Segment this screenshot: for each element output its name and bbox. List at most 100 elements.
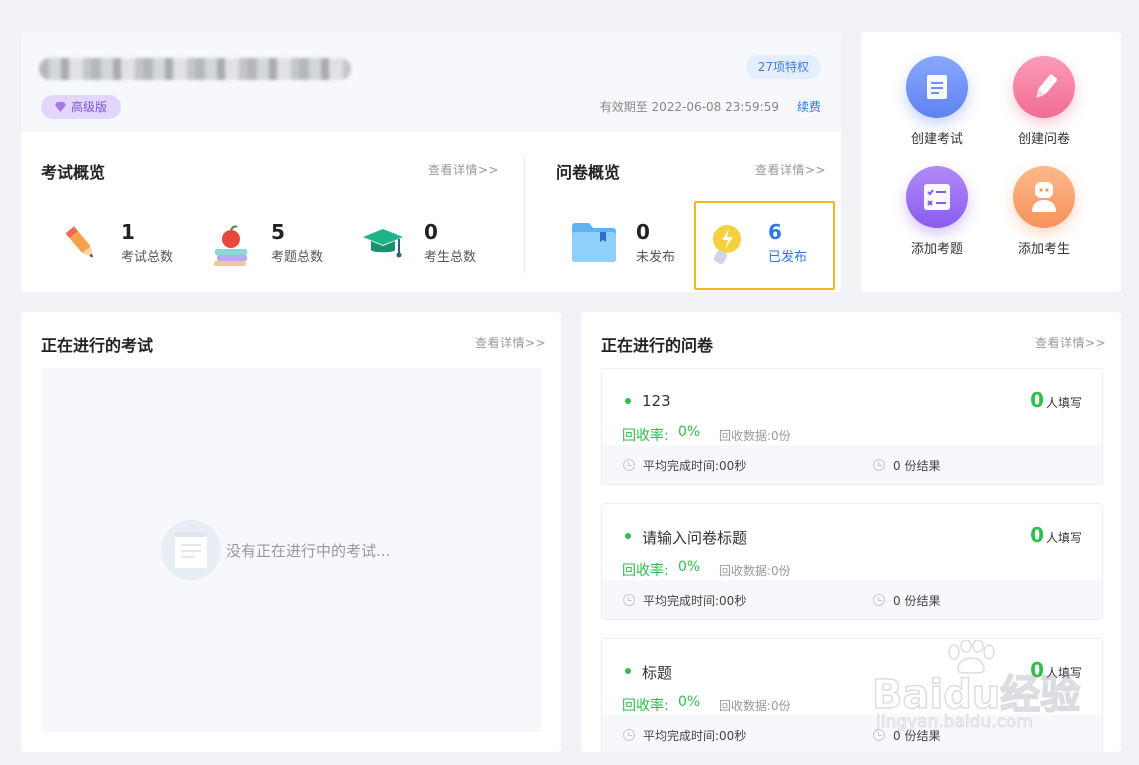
stat-value: 1 bbox=[121, 220, 135, 244]
clock-icon bbox=[623, 594, 635, 606]
recovery-rate-label: 回收率: bbox=[622, 698, 669, 714]
stat-value: 6 bbox=[768, 220, 782, 244]
recovery-rate-label: 回收率: bbox=[622, 563, 669, 579]
results-icon bbox=[873, 459, 885, 471]
account-name-blurred bbox=[39, 58, 351, 80]
add-question-label: 添加考题 bbox=[910, 242, 963, 257]
stat-label: 已发布 bbox=[768, 250, 808, 265]
stat-value: 0 bbox=[636, 220, 650, 244]
results-count: 0 份结果 bbox=[893, 459, 941, 473]
fill-count: 0 bbox=[1030, 658, 1044, 682]
edition-badge[interactable]: 高级版 bbox=[41, 95, 122, 119]
examinee-total-stat[interactable]: 0 考生总数 bbox=[424, 220, 504, 280]
fill-label: 人填写 bbox=[1045, 531, 1082, 545]
question-total-stat[interactable]: 5 考题总数 bbox=[271, 220, 351, 280]
exam-overview-detail-link[interactable]: 查看详情>> bbox=[428, 161, 499, 178]
recovered-data: 回收数据:0份 bbox=[719, 699, 791, 713]
survey-item[interactable]: 标题 0 人填写 回收率: 0% 回收数据:0份 平均完成时间:00秒 0 份结… bbox=[601, 638, 1103, 752]
graduation-cap-icon bbox=[363, 229, 403, 258]
survey-item-footer: 平均完成时间:00秒 0 份结果 bbox=[602, 580, 1102, 619]
pencil-icon bbox=[1036, 74, 1058, 99]
survey-name: 标题 bbox=[642, 664, 673, 682]
stat-label: 考试总数 bbox=[121, 250, 174, 265]
create-survey-circle bbox=[1013, 56, 1075, 118]
survey-overview-detail-link[interactable]: 查看详情>> bbox=[755, 161, 826, 178]
create-survey-button[interactable]: 创建问卷 bbox=[998, 56, 1088, 156]
survey-name: 请输入问卷标题 bbox=[642, 529, 748, 547]
exam-overview-title: 考试概览 bbox=[41, 163, 106, 182]
recovery-rate-value: 0% bbox=[678, 559, 701, 575]
empty-document-icon bbox=[175, 532, 207, 568]
empty-state: 没有正在进行中的考试... bbox=[41, 368, 541, 732]
stat-label: 考生总数 bbox=[424, 250, 477, 265]
fill-label: 人填写 bbox=[1045, 666, 1082, 680]
results-count: 0 份结果 bbox=[893, 594, 941, 608]
folder-icon bbox=[572, 223, 616, 262]
recovery-rate-value: 0% bbox=[678, 424, 701, 440]
quick-actions-card: 创建考试 创建问卷 添加考题 添加考生 bbox=[861, 32, 1121, 292]
create-exam-label: 创建考试 bbox=[910, 132, 963, 147]
fill-count: 0 bbox=[1030, 388, 1044, 412]
empty-state-text: 没有正在进行中的考试... bbox=[226, 542, 391, 560]
clock-icon bbox=[623, 729, 635, 741]
fill-count: 0 bbox=[1030, 523, 1044, 547]
survey-overview-title: 问卷概览 bbox=[556, 163, 621, 182]
account-header: 高级版 27项特权 有效期至 2022-06-08 23:59:59 续费 bbox=[21, 32, 841, 132]
recovery-rate-value: 0% bbox=[678, 694, 701, 710]
edition-badge-label: 高级版 bbox=[71, 100, 108, 114]
stat-value: 0 bbox=[424, 220, 438, 244]
recovered-data: 回收数据:0份 bbox=[719, 564, 791, 578]
survey-item-footer: 平均完成时间:00秒 0 份结果 bbox=[602, 445, 1102, 484]
survey-item[interactable]: 请输入问卷标题 0 人填写 回收率: 0% 回收数据:0份 平均完成时间:00秒… bbox=[601, 503, 1103, 620]
empty-state-icon-bg bbox=[161, 520, 221, 580]
exam-total-stat[interactable]: 1 考试总数 bbox=[121, 220, 201, 280]
avg-time: 平均完成时间:00秒 bbox=[643, 729, 747, 743]
ongoing-surveys-card: 正在进行的问卷 查看详情>> 123 0 人填写 回收率: 0% 回收数据:0份… bbox=[581, 312, 1121, 752]
add-examinee-button[interactable]: 添加考生 bbox=[998, 166, 1088, 266]
pencil-icon bbox=[65, 226, 93, 258]
status-dot bbox=[625, 668, 631, 674]
overview-card: 高级版 27项特权 有效期至 2022-06-08 23:59:59 续费 考试… bbox=[21, 32, 841, 292]
clock-icon bbox=[623, 459, 635, 471]
ongoing-exams-title: 正在进行的考试 bbox=[41, 336, 154, 355]
status-dot bbox=[625, 398, 631, 404]
survey-name: 123 bbox=[642, 392, 671, 410]
survey-item[interactable]: 123 0 人填写 回收率: 0% 回收数据:0份 平均完成时间:00秒 0 份… bbox=[601, 368, 1103, 485]
ongoing-surveys-title: 正在进行的问卷 bbox=[601, 336, 714, 355]
add-examinee-circle bbox=[1013, 166, 1075, 228]
recovery-rate-label: 回收率: bbox=[622, 428, 669, 444]
privileges-badge[interactable]: 27项特权 bbox=[745, 55, 821, 79]
fill-label: 人填写 bbox=[1045, 396, 1082, 410]
published-stat[interactable]: 6 已发布 bbox=[768, 220, 828, 280]
stat-value: 5 bbox=[271, 220, 285, 244]
unpublished-stat[interactable]: 0 未发布 bbox=[636, 220, 696, 280]
renew-link[interactable]: 续费 bbox=[797, 98, 821, 115]
diamond-icon bbox=[55, 102, 66, 112]
avg-time: 平均完成时间:00秒 bbox=[643, 459, 747, 473]
divider bbox=[524, 157, 525, 273]
results-count: 0 份结果 bbox=[893, 729, 941, 743]
create-survey-label: 创建问卷 bbox=[1017, 132, 1070, 147]
books-apple-icon bbox=[214, 225, 247, 266]
stat-label: 未发布 bbox=[636, 250, 676, 265]
results-icon bbox=[873, 594, 885, 606]
stat-label: 考题总数 bbox=[271, 250, 324, 265]
create-exam-button[interactable]: 创建考试 bbox=[891, 56, 981, 156]
add-question-button[interactable]: 添加考题 bbox=[891, 166, 981, 266]
survey-item-footer: 平均完成时间:00秒 0 份结果 bbox=[602, 715, 1102, 752]
ongoing-surveys-detail-link[interactable]: 查看详情>> bbox=[1035, 334, 1106, 351]
ongoing-exams-detail-link[interactable]: 查看详情>> bbox=[475, 334, 546, 351]
recovered-data: 回收数据:0份 bbox=[719, 429, 791, 443]
document-icon bbox=[927, 75, 947, 99]
lightbulb-icon bbox=[713, 225, 741, 265]
status-dot bbox=[625, 533, 631, 539]
results-icon bbox=[873, 729, 885, 741]
expiry-date: 有效期至 2022-06-08 23:59:59 bbox=[599, 100, 779, 114]
user-icon bbox=[1032, 182, 1056, 212]
checklist-icon bbox=[924, 184, 950, 210]
ongoing-exams-card: 正在进行的考试 查看详情>> 没有正在进行中的考试... bbox=[21, 312, 561, 752]
avg-time: 平均完成时间:00秒 bbox=[643, 594, 747, 608]
create-exam-circle bbox=[906, 56, 968, 118]
add-question-circle bbox=[906, 166, 968, 228]
add-examinee-label: 添加考生 bbox=[1017, 242, 1070, 257]
